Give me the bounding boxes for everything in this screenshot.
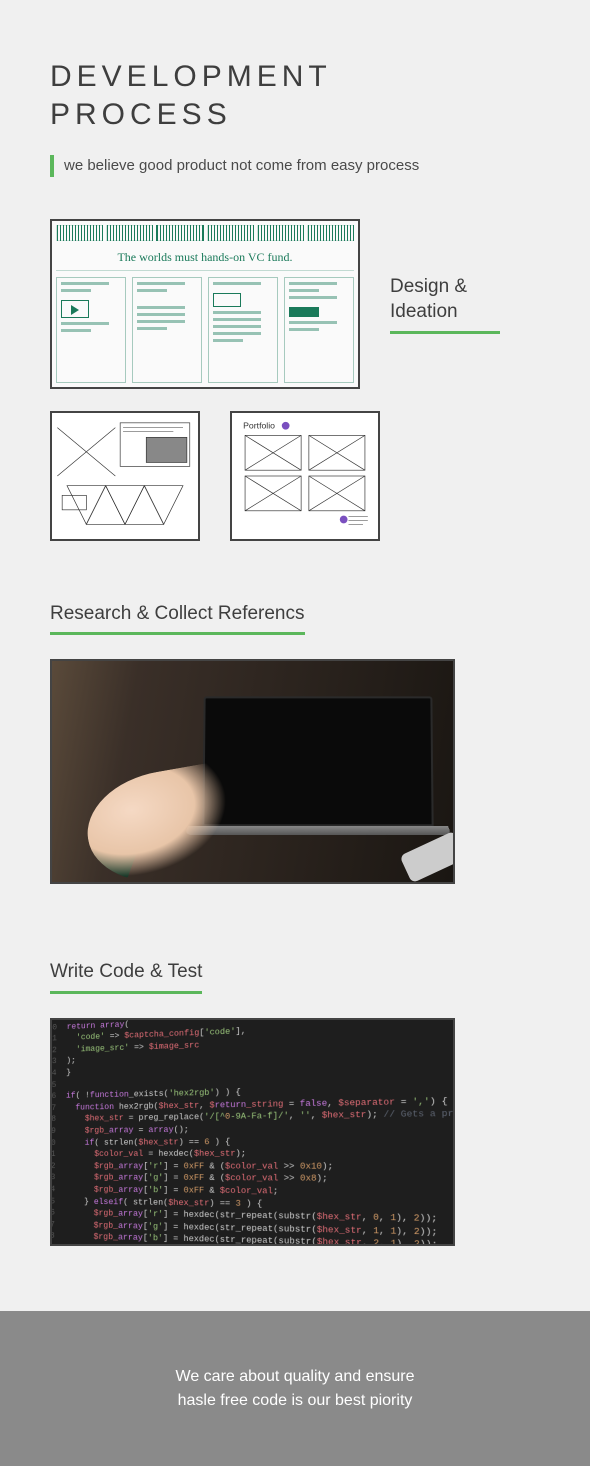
footer-banner: We care about quality and ensure hasle f… [0,1311,590,1466]
section-title-design: Design & Ideation [390,274,500,334]
footer-text: We care about quality and ensure hasle f… [155,1365,435,1413]
section-design: The worlds must hands-on VC fund. [50,219,540,389]
svg-text:Portfolio: Portfolio [243,420,275,430]
section-title-research: Research & Collect Referencs [50,601,305,636]
wireframe-thumb-1 [50,411,200,541]
title-line-2: PROCESS [50,98,232,131]
wireframe-thumb-2: Portfolio [230,411,380,541]
section-title-code: Write Code & Test [50,959,202,994]
page-title: DEVELOPMENT PROCESS [50,58,540,133]
tagline-block: we believe good product not come from ea… [50,155,540,177]
section-research: Research & Collect Referencs [50,601,540,885]
code-editor-image: 79$_SESSION['_CAPTCHA']['config'] = seri… [50,1018,455,1246]
whiteboard-sketch-image: The worlds must hands-on VC fund. [50,219,360,389]
whiteboard-caption: The worlds must hands-on VC fund. [117,250,292,265]
section-code: Write Code & Test 79$_SESSION['_CAPTCHA'… [50,959,540,1246]
title-line-1: DEVELOPMENT [50,60,332,93]
wireframe-thumbnails: Portfolio [50,411,540,541]
laptop-typing-image [50,659,455,884]
tagline-text: we believe good product not come from ea… [64,155,540,177]
